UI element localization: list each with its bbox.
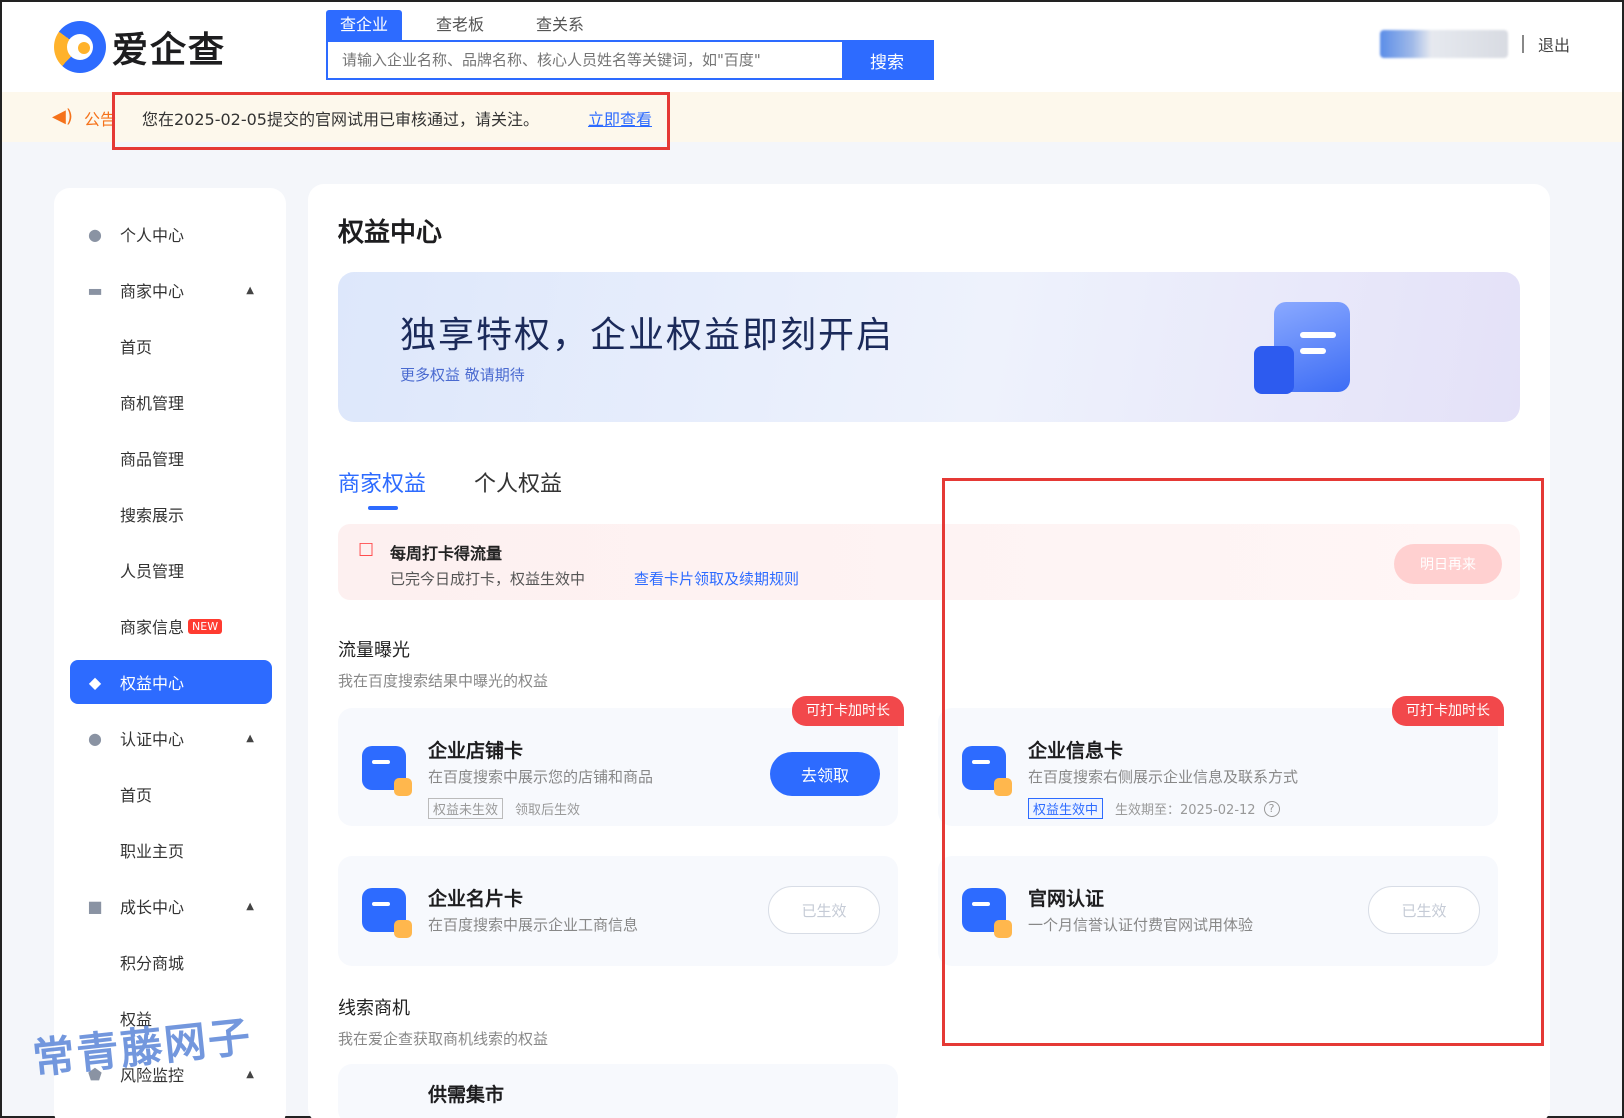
sidebar-item-label: 商家信息 bbox=[120, 618, 185, 637]
sidebar-item-personal[interactable]: ● 个人中心 bbox=[70, 212, 272, 256]
card-meta-text: 领取后生效 bbox=[515, 803, 581, 818]
sidebar-item-benefits[interactable]: ◆ 权益中心 bbox=[70, 660, 272, 704]
section-title: 线索商机 bbox=[338, 998, 410, 1019]
sidebar-item-verify[interactable]: ● 认证中心 ▲ bbox=[70, 716, 272, 760]
store-card-icon bbox=[362, 746, 412, 796]
checkin-desc: 已完今日成打卡，权益生效中 bbox=[390, 570, 586, 588]
tab-relation[interactable]: 查关系 bbox=[522, 10, 598, 40]
status-badge: 权益未生效 bbox=[428, 798, 504, 819]
card-supply-demand: 供需集市 bbox=[338, 1064, 898, 1118]
claim-button[interactable]: 去领取 bbox=[770, 752, 880, 796]
building-icon bbox=[1254, 346, 1294, 394]
logo[interactable]: 爱企查 bbox=[54, 20, 226, 74]
card-meta: 权益未生效 领取后生效 bbox=[428, 798, 580, 819]
logo-icon bbox=[54, 21, 106, 73]
chevron-up-icon: ▲ bbox=[246, 1068, 254, 1080]
tab-company[interactable]: 查企业 bbox=[326, 10, 403, 40]
sidebar-item-label: 积分商城 bbox=[120, 954, 185, 973]
calendar-icon: ☐ bbox=[358, 540, 375, 561]
sidebar-item-label: 首页 bbox=[120, 338, 153, 357]
sidebar-item-label: 个人中心 bbox=[120, 226, 185, 245]
checkin-title: 每周打卡得流量 bbox=[390, 544, 503, 563]
avatar[interactable] bbox=[1379, 30, 1508, 58]
sidebar-item-search-display[interactable]: 搜索展示 bbox=[70, 492, 272, 536]
tab-boss[interactable]: 查老板 bbox=[422, 10, 498, 40]
sidebar-item-label: 成长中心 bbox=[120, 898, 185, 917]
sidebar-item-label: 权益中心 bbox=[120, 674, 185, 693]
banner-subtitle: 更多权益 敬请期待 bbox=[400, 366, 525, 384]
search-tabs: 查企业 查老板 查关系 bbox=[326, 10, 622, 40]
namecard-icon bbox=[362, 888, 412, 938]
sidebar-item-career[interactable]: 职业主页 bbox=[70, 828, 272, 872]
card-name: 企业名片卡 bbox=[428, 888, 524, 910]
sidebar-item-label: 职业主页 bbox=[120, 842, 185, 861]
notice-text: 您在2025-02-05提交的官网试用已审核通过，请关注。 bbox=[142, 110, 539, 129]
sidebar-item-points-mall[interactable]: 积分商城 bbox=[70, 940, 272, 984]
sidebar-item-label: 搜索展示 bbox=[120, 506, 185, 525]
logout-link[interactable]: 退出 bbox=[1538, 32, 1570, 56]
sidebar-item-growth[interactable]: ■ 成长中心 ▲ bbox=[70, 884, 272, 928]
divider bbox=[1521, 35, 1524, 53]
search-input[interactable] bbox=[328, 42, 842, 78]
section-subtitle: 我在百度搜索结果中曝光的权益 bbox=[338, 672, 549, 690]
growth-icon: ■ bbox=[87, 896, 103, 916]
verify-icon: ● bbox=[88, 728, 102, 748]
card-store: 企业店铺卡 在百度搜索中展示您的店铺和商品 权益未生效 领取后生效 可打卡加时长… bbox=[338, 696, 904, 826]
diamond-icon: ◆ bbox=[88, 672, 102, 692]
sidebar-item-label: 认证中心 bbox=[120, 730, 185, 749]
banner: 独享特权，企业权益即刻开启 更多权益 敬请期待 bbox=[338, 272, 1520, 422]
search-button[interactable]: 搜索 bbox=[842, 42, 932, 78]
sidebar-item-merchant-info[interactable]: 商家信息 NEW bbox=[70, 604, 272, 648]
sidebar-item-home[interactable]: 首页 bbox=[70, 324, 272, 368]
checkin-rules-link[interactable]: 查看卡片领取及续期规则 bbox=[634, 568, 799, 589]
sidebar: ● 个人中心 ▬ 商家中心 ▲ 首页 商机管理 商品管理 搜索展示 人员管理 商家信… bbox=[54, 188, 286, 1118]
new-badge: NEW bbox=[188, 618, 223, 634]
sidebar-item-merchant[interactable]: ▬ 商家中心 ▲ bbox=[70, 268, 272, 312]
sidebar-item-label: 首页 bbox=[120, 786, 153, 805]
card-desc: 在百度搜索中展示企业工商信息 bbox=[428, 916, 639, 934]
sidebar-item-products[interactable]: 商品管理 bbox=[70, 436, 272, 480]
sidebar-item-label: 人员管理 bbox=[120, 562, 185, 581]
tab-merchant-benefits[interactable]: 商家权益 bbox=[338, 466, 426, 510]
notice-view-link[interactable]: 立即查看 bbox=[588, 106, 652, 130]
tab-personal-benefits[interactable]: 个人权益 bbox=[474, 466, 562, 498]
page-title: 权益中心 bbox=[338, 218, 443, 248]
speaker-icon: ◀) bbox=[52, 106, 73, 127]
card-name: 供需集市 bbox=[428, 1084, 505, 1106]
chevron-up-icon: ▲ bbox=[246, 732, 254, 744]
sidebar-item-label: 商品管理 bbox=[120, 450, 185, 469]
chevron-up-icon: ▲ bbox=[246, 284, 254, 296]
card-business-card: 企业名片卡 在百度搜索中展示企业工商信息 已生效 bbox=[338, 856, 898, 966]
sidebar-item-label: 商机管理 bbox=[120, 394, 185, 413]
logo-text: 爱企查 bbox=[112, 30, 227, 71]
chevron-up-icon: ▲ bbox=[246, 900, 254, 912]
sidebar-item-leads[interactable]: 商机管理 bbox=[70, 380, 272, 424]
annotation-highlight-box bbox=[942, 478, 1544, 1046]
store-icon: ▬ bbox=[87, 280, 103, 300]
user-icon: ● bbox=[88, 224, 102, 244]
sidebar-item-label: 商家中心 bbox=[120, 282, 185, 301]
section-title: 流量曝光 bbox=[338, 640, 410, 661]
user-area: 退出 bbox=[1379, 30, 1570, 58]
card-name: 企业店铺卡 bbox=[428, 740, 524, 762]
search-box: 搜索 bbox=[326, 40, 934, 80]
activated-button[interactable]: 已生效 bbox=[768, 886, 880, 934]
sidebar-item-staff[interactable]: 人员管理 bbox=[70, 548, 272, 592]
top-header: 爱企查 查企业 查老板 查关系 搜索 退出 bbox=[2, 2, 1622, 92]
section-subtitle: 我在爱企查获取商机线索的权益 bbox=[338, 1030, 549, 1048]
card-desc: 在百度搜索中展示您的店铺和商品 bbox=[428, 768, 654, 786]
ribbon-badge: 可打卡加时长 bbox=[792, 696, 904, 726]
sidebar-item-verify-home[interactable]: 首页 bbox=[70, 772, 272, 816]
banner-title: 独享特权，企业权益即刻开启 bbox=[400, 315, 895, 356]
benefit-tabs: 商家权益 个人权益 bbox=[338, 466, 610, 510]
